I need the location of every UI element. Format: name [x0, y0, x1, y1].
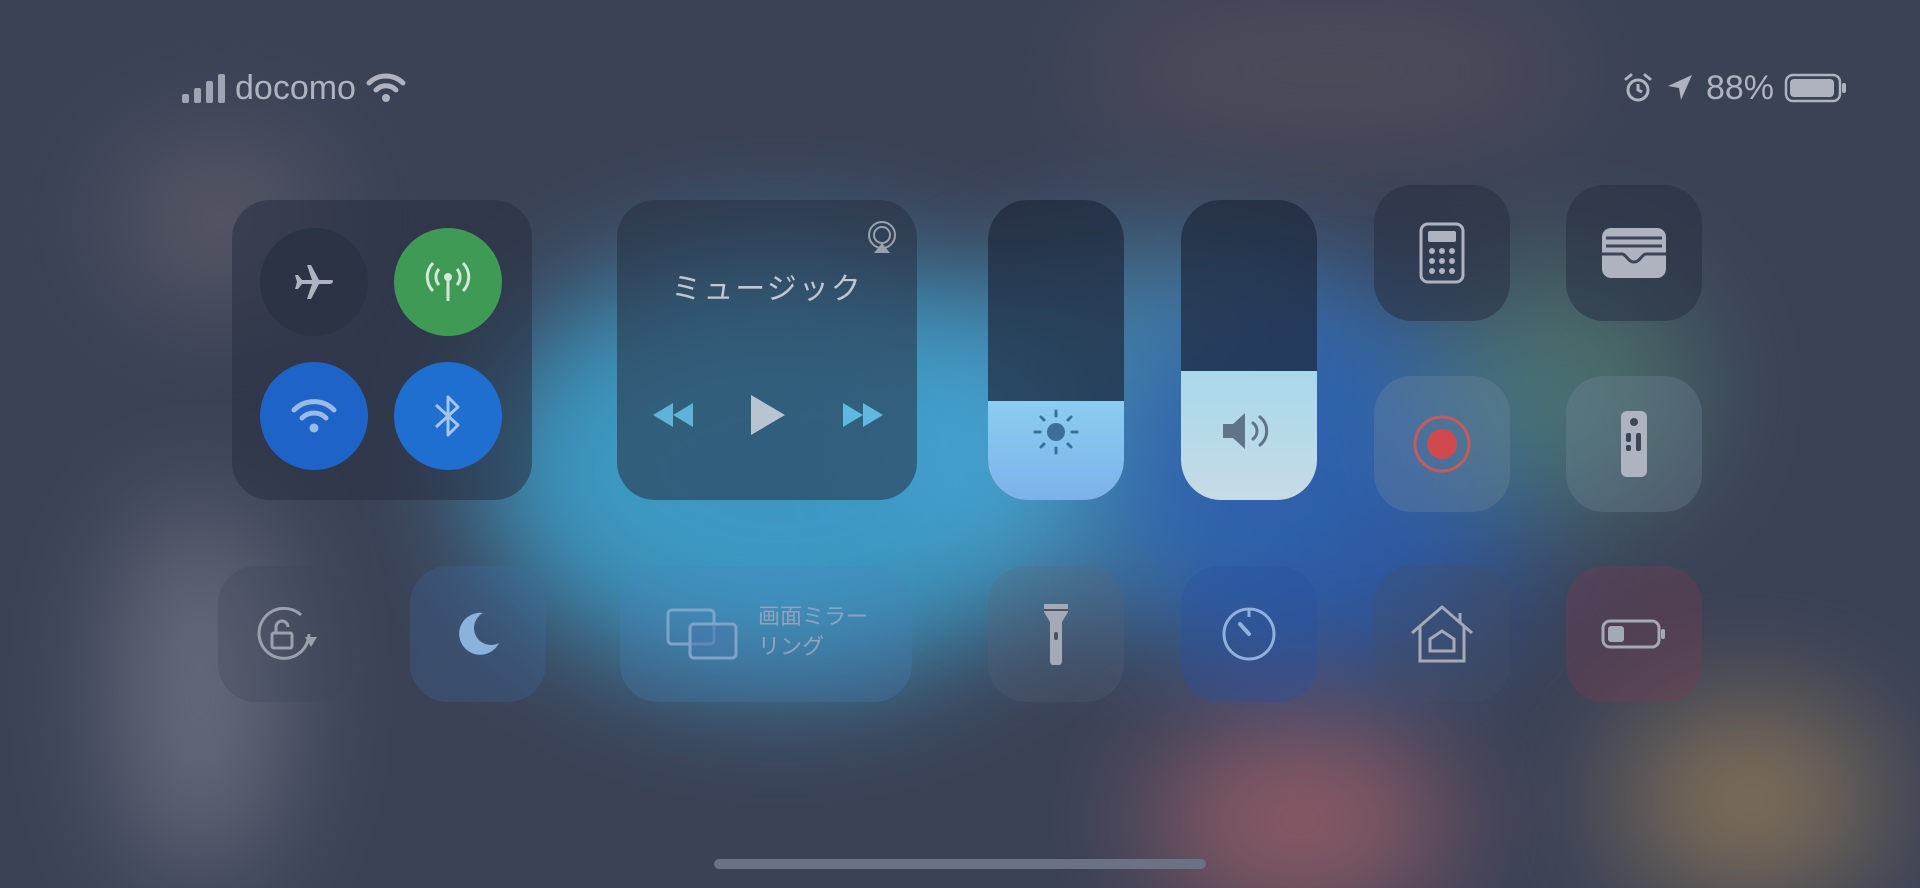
cellular-data-toggle[interactable]	[394, 228, 502, 336]
timer-icon	[1222, 607, 1276, 661]
wallet-icon-wrap	[1566, 185, 1702, 321]
airplay-button[interactable]	[862, 218, 902, 258]
wifi-toggle[interactable]	[260, 362, 368, 470]
wallet-icon	[1602, 228, 1666, 278]
home-indicator[interactable]	[714, 859, 1206, 869]
flashlight-icon-wrap	[988, 566, 1124, 702]
apple-tv-remote-icon	[1621, 411, 1647, 477]
sun-icon	[1033, 409, 1079, 455]
airplane-icon	[295, 265, 333, 299]
screen-mirroring-label-line1: 画面ミラー	[758, 604, 869, 629]
brightness-slider[interactable]	[988, 200, 1124, 500]
fast-forward-icon	[843, 403, 883, 427]
screen-mirroring-icon	[666, 608, 738, 660]
battery-icon	[1784, 73, 1846, 103]
screen-mirroring-label: 画面ミラー リング	[758, 602, 868, 662]
wifi-icon	[366, 73, 406, 102]
screen-record-icon	[1413, 415, 1471, 473]
home-icon	[1411, 605, 1473, 663]
rewind-button[interactable]	[646, 395, 700, 435]
low-power-mode-icon	[1601, 619, 1665, 649]
moon-icon-wrap	[410, 566, 546, 702]
airplay-icon	[868, 221, 896, 253]
bluetooth-toggle[interactable]	[394, 362, 502, 470]
carrier-name: docomo	[235, 68, 356, 107]
play-icon	[751, 395, 785, 435]
screen-mirroring-label-line2: リング	[758, 634, 825, 659]
status-bar-right: 88%	[1622, 66, 1848, 110]
screen-record-icon-wrap	[1374, 376, 1510, 512]
airplane-mode-toggle[interactable]	[260, 228, 368, 336]
calculator-icon-wrap	[1374, 185, 1510, 321]
music-title: ミュージック	[671, 273, 863, 306]
calculator-icon	[1419, 222, 1465, 284]
rewind-icon	[653, 403, 693, 427]
flashlight-icon	[1044, 604, 1068, 665]
alarm-icon	[1624, 73, 1652, 102]
fast-forward-button[interactable]	[836, 395, 890, 435]
mirror-icon-wrap	[662, 604, 742, 664]
battery-percentage: 88%	[1705, 68, 1774, 107]
low-power-icon-wrap	[1566, 566, 1702, 702]
bluetooth-icon	[434, 395, 460, 437]
location-arrow-icon	[1667, 75, 1692, 100]
rotation-lock-icon-wrap	[218, 566, 354, 702]
speaker-icon	[1223, 413, 1269, 449]
cellular-signal-icon	[182, 73, 225, 103]
play-button[interactable]	[740, 388, 794, 442]
status-bar-left: docomo	[182, 66, 406, 110]
volume-slider[interactable]	[1181, 200, 1317, 500]
home-icon-wrap	[1374, 566, 1510, 702]
remote-icon-wrap	[1566, 376, 1702, 512]
wifi-icon	[291, 399, 337, 433]
rotation-lock-icon	[257, 606, 317, 660]
timer-icon-wrap	[1181, 566, 1317, 702]
moon-icon	[459, 612, 499, 655]
cellular-antenna-icon	[425, 261, 471, 301]
